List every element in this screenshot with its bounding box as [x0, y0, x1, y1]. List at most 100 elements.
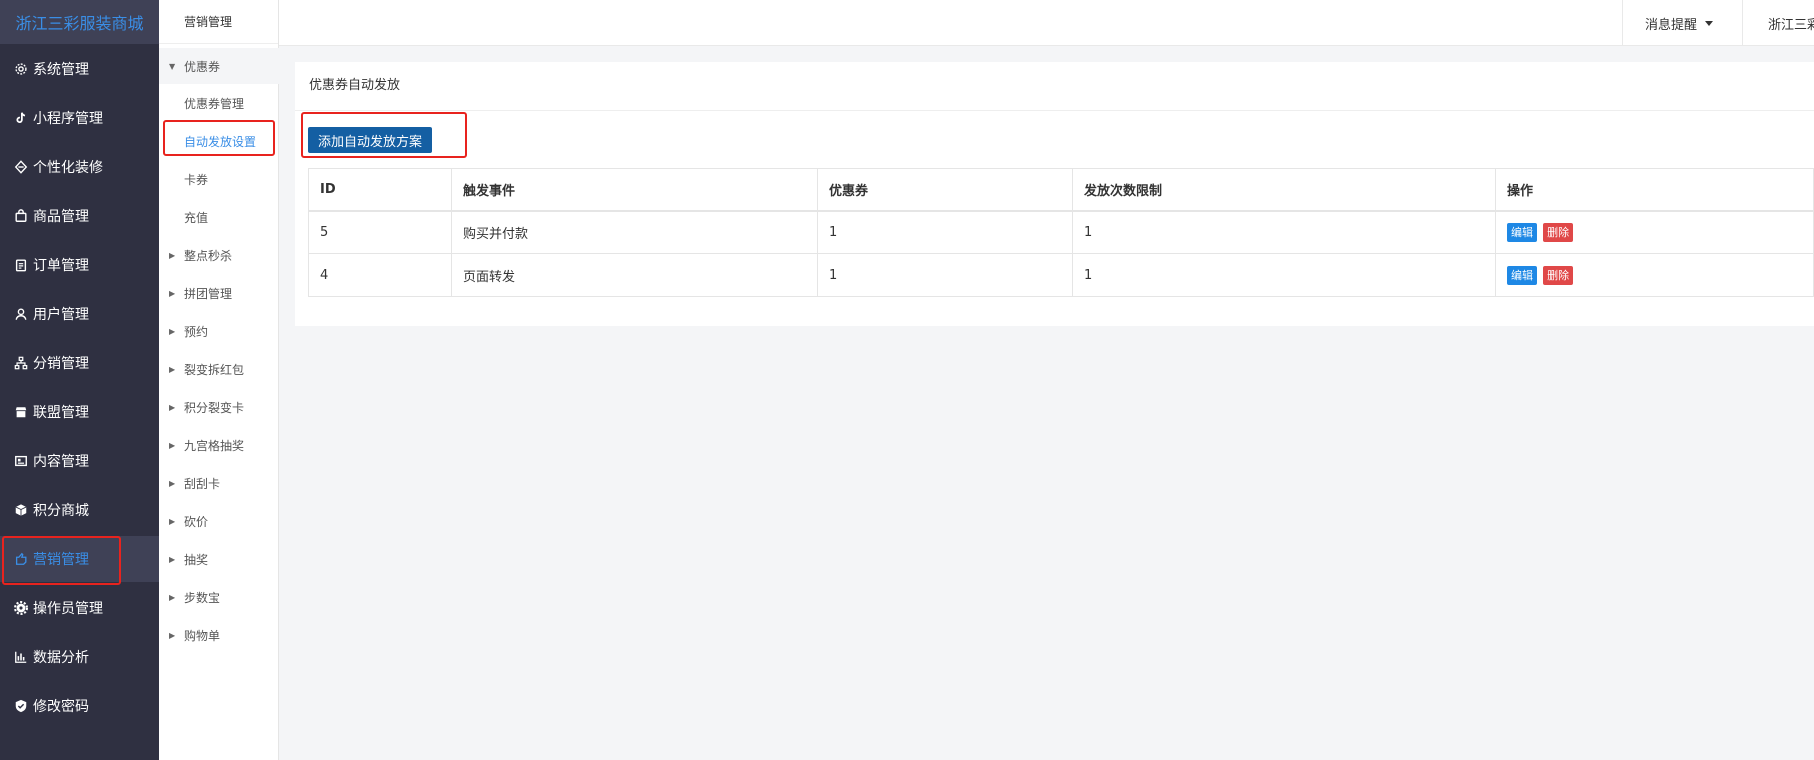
brand-title[interactable]: 浙江三彩服装商城	[0, 0, 159, 44]
subnav-group-points-card[interactable]: ▶ 积分裂变卡	[159, 389, 279, 425]
org-chart-icon	[13, 355, 29, 371]
cell-limit: 1	[1072, 210, 1496, 254]
subnav-item-auto-issue[interactable]: 自动发放设置	[159, 123, 279, 159]
sidebar-item-label: 内容管理	[33, 454, 89, 470]
delete-button[interactable]: 删除	[1543, 265, 1574, 285]
sidebar-item-label: 订单管理	[33, 258, 89, 274]
subnav-group-bargain[interactable]: ▶ 砍价	[159, 503, 279, 539]
edit-button[interactable]: 编辑	[1507, 265, 1537, 285]
subnav-item-label: 裂变拆红包	[184, 362, 245, 377]
cell-actions: 编辑 删除	[1495, 210, 1814, 254]
topbar-divider	[1742, 0, 1743, 46]
subnav-item-label: 拼团管理	[184, 286, 233, 301]
caret-right-icon: ▶	[169, 478, 176, 488]
subnav-item-recharge[interactable]: 充值	[159, 199, 279, 235]
sidebar-item-system[interactable]: 系统管理	[0, 46, 159, 92]
main-panel: 优惠券自动发放 添加自动发放方案 ID 触发事件 优惠券 发放次数限制 操作 5…	[295, 62, 1814, 326]
subnav-item-card-coupon[interactable]: 卡券	[159, 161, 279, 197]
user-menu[interactable]: 浙江三彩服装商城	[1768, 0, 1814, 46]
sidebar-item-content[interactable]: 内容管理	[0, 438, 159, 484]
caret-right-icon: ▶	[169, 592, 176, 602]
subnav-item-label: 砍价	[184, 514, 209, 529]
auto-issue-table: ID 触发事件 优惠券 发放次数限制 操作 5 购买并付款 1 1 编辑 删除 …	[308, 168, 1814, 297]
subnav-group-group-buy[interactable]: ▶ 拼团管理	[159, 275, 279, 311]
subnav-item-label: 预约	[184, 324, 209, 339]
message-dropdown[interactable]: 消息提醒	[1645, 0, 1714, 46]
subnav-item-label: 整点秒杀	[184, 248, 233, 263]
subnav-group-shopping-list[interactable]: ▶ 购物单	[159, 617, 279, 653]
sidebar-item-label: 商品管理	[33, 209, 89, 225]
cell-id: 4	[308, 253, 452, 297]
shield-check-icon	[13, 698, 29, 714]
main-sidebar: 浙江三彩服装商城 系统管理 小程序管理 个性化装修 商品管理 订单管理 用户管理…	[0, 0, 159, 760]
caret-right-icon: ▶	[169, 402, 176, 412]
topbar-divider	[1622, 0, 1623, 46]
cell-event: 页面转发	[451, 253, 818, 297]
sidebar-item-operators[interactable]: 操作员管理	[0, 585, 159, 631]
subnav-item-label: 自动发放设置	[184, 134, 257, 149]
sidebar-item-points-mall[interactable]: 积分商城	[0, 487, 159, 533]
subnav-item-label: 优惠券	[184, 59, 221, 74]
subnav-item-label: 刮刮卡	[184, 476, 221, 491]
sub-navigation: 营销管理 ▼ 优惠券 优惠券管理 自动发放设置 卡券 充值 ▶ 整点秒杀 ▶ 拼…	[159, 0, 279, 760]
column-header-event: 触发事件	[451, 168, 818, 212]
column-header-id: ID	[308, 168, 452, 212]
cell-id: 5	[308, 210, 452, 254]
column-header-coupon: 优惠券	[817, 168, 1073, 212]
sidebar-item-analytics[interactable]: 数据分析	[0, 634, 159, 680]
add-auto-issue-plan-button[interactable]: 添加自动发放方案	[308, 127, 433, 153]
column-header-limit: 发放次数限制	[1072, 168, 1496, 212]
clipboard-icon	[13, 257, 29, 273]
subnav-item-coupon-manage[interactable]: 优惠券管理	[159, 85, 279, 121]
cell-event: 购买并付款	[451, 210, 818, 254]
subnav-item-label: 充值	[184, 210, 209, 225]
content-icon	[13, 453, 29, 469]
sidebar-item-marketing[interactable]: 营销管理	[0, 536, 159, 582]
edit-button[interactable]: 编辑	[1507, 222, 1537, 242]
cell-actions: 编辑 删除	[1495, 253, 1814, 297]
sidebar-item-alliance[interactable]: 联盟管理	[0, 389, 159, 435]
delete-button[interactable]: 删除	[1543, 222, 1574, 242]
subnav-item-label: 卡券	[184, 172, 209, 187]
gear-solid-icon	[13, 600, 29, 616]
sidebar-item-label: 联盟管理	[33, 405, 89, 421]
sidebar-item-orders[interactable]: 订单管理	[0, 242, 159, 288]
user-icon	[13, 306, 29, 322]
subnav-group-reservation[interactable]: ▶ 预约	[159, 313, 279, 349]
subnav-group-coupon[interactable]: ▼ 优惠券	[159, 48, 279, 84]
subnav-group-flash-sale[interactable]: ▶ 整点秒杀	[159, 237, 279, 273]
caret-right-icon: ▶	[169, 364, 176, 374]
cell-coupon: 1	[817, 210, 1073, 254]
page-title: 优惠券自动发放	[295, 62, 1814, 111]
subnav-item-label: 购物单	[184, 628, 221, 643]
sidebar-item-goods[interactable]: 商品管理	[0, 193, 159, 239]
subnav-group-step-treasure[interactable]: ▶ 步数宝	[159, 579, 279, 615]
sidebar-item-label: 营销管理	[33, 552, 89, 568]
subnav-group-scratch-card[interactable]: ▶ 刮刮卡	[159, 465, 279, 501]
top-bar: 消息提醒 浙江三彩服装商城	[279, 0, 1814, 46]
subnav-title: 营销管理	[159, 0, 278, 44]
caret-right-icon: ▶	[169, 440, 176, 450]
subnav-item-label: 优惠券管理	[184, 96, 245, 111]
subnav-group-lottery[interactable]: ▶ 抽奖	[159, 541, 279, 577]
user-name: 浙江三彩服装商城	[1768, 17, 1814, 33]
sidebar-item-label: 修改密码	[33, 699, 89, 715]
subnav-group-red-packet[interactable]: ▶ 裂变拆红包	[159, 351, 279, 387]
sidebar-item-label: 系统管理	[33, 62, 89, 78]
subnav-item-label: 九宫格抽奖	[184, 438, 245, 453]
sidebar-item-users[interactable]: 用户管理	[0, 291, 159, 337]
sidebar-item-distribution[interactable]: 分销管理	[0, 340, 159, 386]
caret-down-icon	[1705, 20, 1714, 26]
store-icon	[13, 404, 29, 420]
tiktok-icon	[13, 110, 29, 126]
sidebar-item-miniprogram[interactable]: 小程序管理	[0, 95, 159, 141]
cell-coupon: 1	[817, 253, 1073, 297]
sidebar-item-change-password[interactable]: 修改密码	[0, 683, 159, 729]
table-header-row: ID 触发事件 优惠券 发放次数限制 操作	[308, 168, 1814, 212]
bag-icon	[13, 208, 29, 224]
gear-outline-icon	[13, 61, 29, 77]
subnav-group-lottery-grid[interactable]: ▶ 九宫格抽奖	[159, 427, 279, 463]
subnav-item-label: 步数宝	[184, 590, 221, 605]
sidebar-item-decoration[interactable]: 个性化装修	[0, 144, 159, 190]
sidebar-item-label: 操作员管理	[33, 601, 103, 617]
